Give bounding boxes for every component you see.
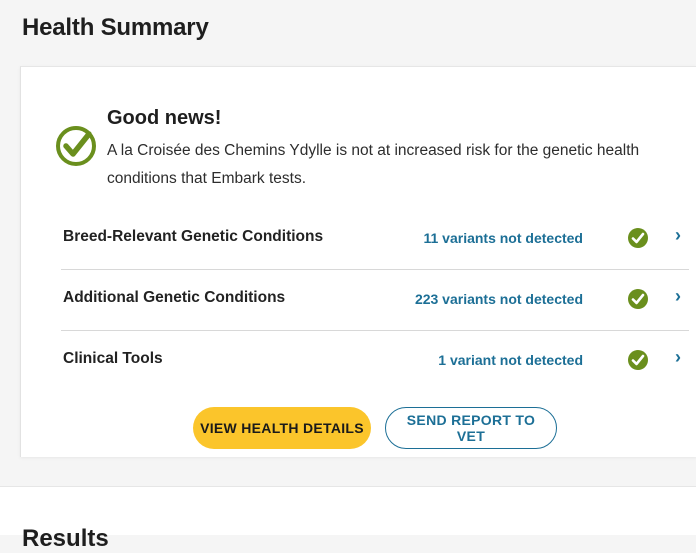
condition-title: Clinical Tools [63,350,163,367]
chevron-right-icon[interactable]: › [675,286,681,307]
good-news-heading: Good news! [107,107,222,129]
send-report-to-vet-button[interactable]: SEND REPORT TO VET [385,407,557,449]
condition-row-breed-relevant[interactable]: Breed-Relevant Genetic Conditions 11 var… [61,209,689,270]
chevron-right-icon[interactable]: › [675,225,681,246]
condition-status: 1 variant not detected [438,352,583,368]
condition-title: Additional Genetic Conditions [63,289,286,306]
condition-row-clinical-tools[interactable]: Clinical Tools 1 variant not detected › [61,331,689,391]
view-health-details-button[interactable]: VIEW HEALTH DETAILS [193,407,371,449]
condition-title: Breed-Relevant Genetic Conditions [63,228,324,245]
results-card: Results [0,486,696,552]
good-news-message: A la Croisée des Chemins Ydylle is not a… [107,142,640,187]
condition-status: 11 variants not detected [423,230,583,246]
condition-status: 223 variants not detected [414,291,583,307]
check-circle-icon [56,126,96,166]
condition-row-additional[interactable]: Additional Genetic Conditions 223 varian… [61,270,689,331]
chevron-right-icon[interactable]: › [675,347,681,368]
condition-list: Breed-Relevant Genetic Conditions 11 var… [61,209,689,391]
check-badge-icon [628,228,648,248]
page-title: Health Summary [22,14,209,41]
results-title: Results [22,525,109,552]
check-badge-icon [628,350,648,370]
health-summary-card: Good news! A la Croisée des Chemins Ydyl… [20,66,696,457]
check-badge-icon [628,289,648,309]
